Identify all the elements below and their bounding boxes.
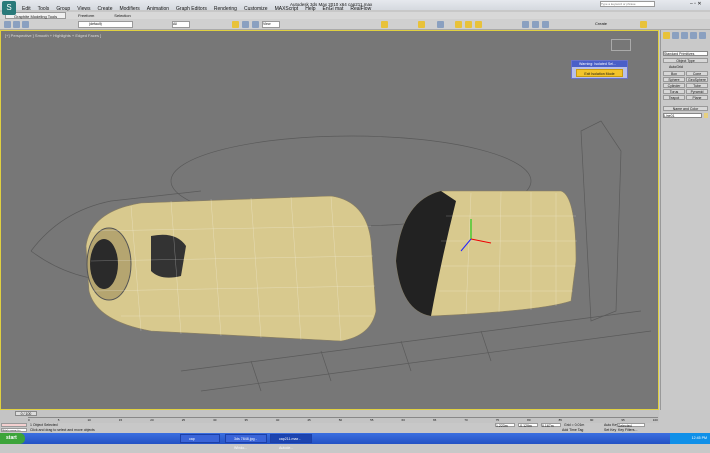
object-color-swatch[interactable] [704,113,708,118]
category-dropdown[interactable]: Standard Primitives [663,51,708,56]
task-image-viewer[interactable]: 3ds 7848.jpg - Windo... [225,434,267,450]
modify-tab-icon[interactable] [672,32,679,39]
system-clock: 12:45 PM [670,433,710,444]
selection-filter-dropdown[interactable]: All [172,21,190,28]
plane-button[interactable]: Plane [686,95,708,100]
cone-button[interactable]: Cone [686,71,708,76]
engine-cowling-rear [395,190,577,317]
pyramid-button[interactable]: Pyramid [686,89,708,94]
object-name-field[interactable]: Line01 [663,113,702,118]
search-input[interactable] [600,1,655,7]
taskbar: start cap 3ds 7848.jpg - Windo... cap211… [0,433,710,450]
material-editor-icon[interactable] [522,21,529,28]
geosphere-button[interactable]: GeoSphere [686,77,708,82]
utilities-tab-icon[interactable] [699,32,706,39]
welcome-label[interactable]: Welcome to M... [1,428,27,432]
render-setup-icon[interactable] [532,21,539,28]
perspective-viewport[interactable]: [+] Perspective ] Smooth + Highlights + … [0,30,659,410]
warning-title: Warning: Isolated Sel... [572,61,627,67]
move-icon[interactable] [232,21,239,28]
link-icon[interactable] [22,21,29,28]
exit-isolation-mode-button[interactable]: Exit Isolation Mode [576,69,623,77]
selection-status: 1 Object Selected [30,423,58,427]
create-tab-icon[interactable] [663,32,670,39]
undo-icon[interactable] [4,21,11,28]
curve-editor-icon[interactable] [475,21,482,28]
layer-icon[interactable] [465,21,472,28]
window-controls[interactable]: ‒ ▫ ✕ [690,1,702,7]
selection-set-dropdown[interactable]: (default) [78,21,133,28]
maxscript-listener[interactable] [1,423,27,427]
name-and-color-rollout[interactable]: Name and Color [663,106,708,111]
render-icon[interactable] [542,21,549,28]
box-button[interactable]: Box [663,71,685,76]
scale-icon[interactable] [252,21,259,28]
align-icon[interactable] [455,21,462,28]
angle-snap-icon[interactable] [418,21,425,28]
main-toolbar: (default) All View Create [0,19,710,30]
start-button[interactable]: start [0,433,25,444]
time-slider[interactable]: 0 / 100 [15,411,37,416]
create-selection-label[interactable]: Create [595,21,607,26]
scene-geometry [30,120,652,392]
ribbon-tabs: Graphite Modeling Tools Freeform Selecti… [0,12,710,19]
z-coordinate-field[interactable]: 0.167m [541,423,561,428]
reference-coord-dropdown[interactable]: View [262,21,280,28]
key-set-dropdown[interactable]: Selected [617,423,645,428]
tab-selection[interactable]: Selection [106,12,138,19]
set-key-button[interactable]: Set Key [604,428,616,432]
add-time-tag[interactable]: Add Time Tag [562,428,583,432]
y-coordinate-field[interactable]: -0.129m [518,423,538,428]
torus-button[interactable]: Torus [663,89,685,94]
teapot-button[interactable]: Teapot [663,95,685,100]
tab-freeform[interactable]: Freeform [70,12,102,19]
sphere-button[interactable]: Sphere [663,77,685,82]
cylinder-button[interactable]: Cylinder [663,83,685,88]
motion-tab-icon[interactable] [690,32,697,39]
redo-icon[interactable] [13,21,20,28]
command-panel-tabs [661,30,710,41]
rotate-icon[interactable] [242,21,249,28]
app-logo-icon[interactable]: S [2,1,16,15]
viewcube-icon[interactable] [611,39,631,51]
key-filters-button[interactable]: Key Filters... [618,428,637,432]
snap-icon[interactable] [381,21,388,28]
status-bar: Welcome to M... 1 Object Selected Click … [0,423,710,433]
engine-cowling-front [85,195,377,342]
x-coordinate-field[interactable]: 1.223m [495,423,515,428]
isolation-warning-dialog: Warning: Isolated Sel... Exit Isolation … [571,60,628,79]
object-type-rollout[interactable]: Object Type [663,58,708,63]
hierarchy-tab-icon[interactable] [681,32,688,39]
tube-button[interactable]: Tube [686,83,708,88]
task-3ds-max[interactable]: cap211.max - Autode... [270,434,312,450]
mirror-icon[interactable] [437,21,444,28]
command-panel: Standard Primitives Object Type AutoGrid… [660,30,710,410]
task-cap[interactable]: cap [180,434,220,443]
light-icon[interactable] [640,21,647,28]
grid-size: Grid = 0.01m [564,423,585,427]
prompt-line: Click and drag to select and move object… [30,428,95,432]
